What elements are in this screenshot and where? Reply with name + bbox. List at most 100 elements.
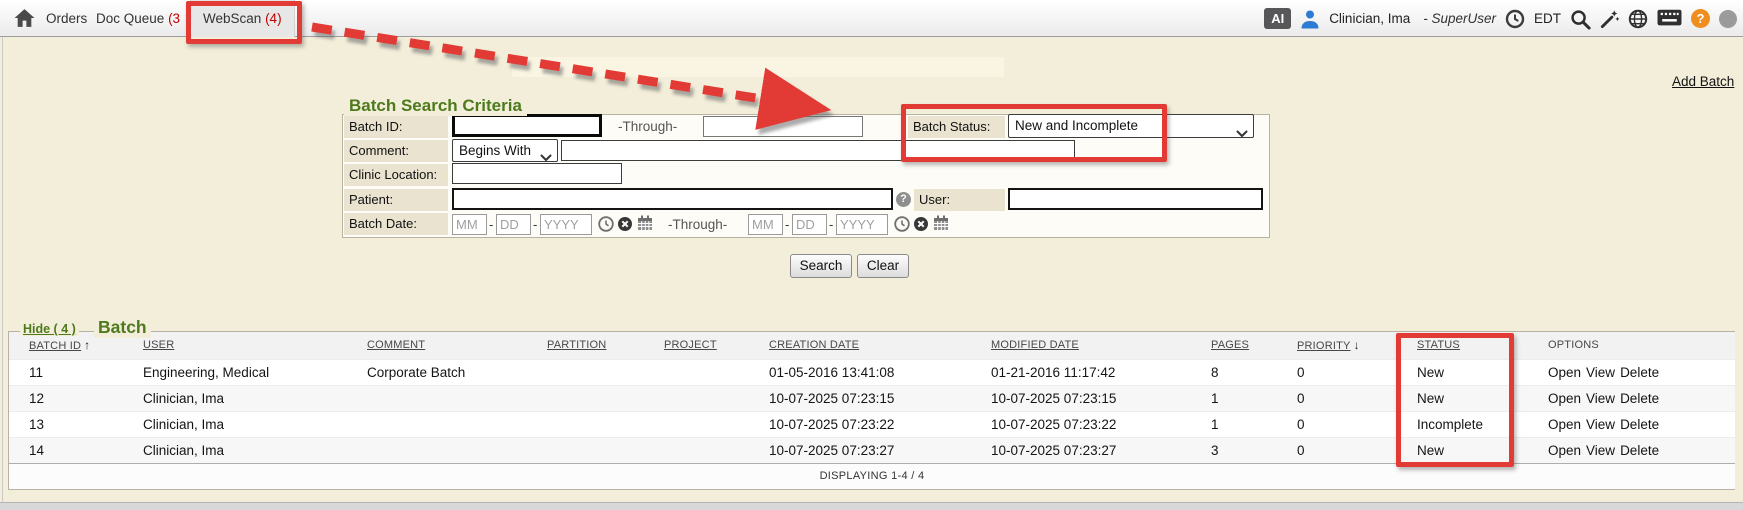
add-batch-link[interactable]: Add Batch xyxy=(1672,74,1734,89)
open-batch-link[interactable]: Open xyxy=(1548,365,1581,380)
cell-priority: 0 xyxy=(1291,385,1411,411)
nav-tab-doc-queue-label: Doc Queue xyxy=(96,11,164,26)
sort-descending-icon: ↓ xyxy=(1354,338,1360,352)
highlight-strip xyxy=(512,57,1004,77)
view-batch-link[interactable]: View xyxy=(1586,365,1615,380)
time-picker-icon[interactable] xyxy=(598,216,614,232)
sort-comment-link[interactable]: COMMENT xyxy=(367,339,425,351)
top-navbar: Orders Doc Queue (3 WebScan (4) AI Clini… xyxy=(0,0,1743,37)
cell-status: Incomplete xyxy=(1411,411,1542,437)
cell-options: Open View Delete xyxy=(1542,359,1735,385)
cell-status: New xyxy=(1411,359,1542,385)
patient-input[interactable] xyxy=(452,188,893,210)
cell-options: Open View Delete xyxy=(1542,437,1735,463)
date-separator: - xyxy=(489,214,493,235)
sort-priority-link[interactable]: PRIORITY xyxy=(1297,340,1351,352)
clear-date-icon[interactable] xyxy=(913,216,929,232)
home-icon[interactable] xyxy=(14,8,35,28)
batch-date-to-month-input[interactable] xyxy=(748,214,783,235)
open-batch-link[interactable]: Open xyxy=(1548,391,1581,406)
clear-date-icon[interactable] xyxy=(617,216,633,232)
date-separator: - xyxy=(533,214,537,235)
cell-partition xyxy=(541,385,658,411)
clinic-location-input[interactable] xyxy=(452,163,622,184)
delete-batch-link[interactable]: Delete xyxy=(1620,365,1659,380)
wand-icon[interactable] xyxy=(1599,9,1619,29)
nav-tab-doc-queue[interactable]: Doc Queue (3 xyxy=(96,0,180,37)
sort-user-link[interactable]: USER xyxy=(143,339,174,351)
chevron-down-icon xyxy=(1236,123,1248,131)
cell-batch-id: 11 xyxy=(9,359,137,385)
batch-id-label: Batch ID: xyxy=(344,116,448,138)
batch-date-from-month-input[interactable] xyxy=(452,214,487,235)
comment-match-value: Begins With xyxy=(459,143,531,158)
nav-tab-orders[interactable]: Orders xyxy=(46,0,87,37)
cell-creation-date: 10-07-2025 07:23:27 xyxy=(763,437,985,463)
view-batch-link[interactable]: View xyxy=(1586,443,1615,458)
column-header-partition: PARTITION xyxy=(541,332,658,359)
sort-creation-date-link[interactable]: CREATION DATE xyxy=(769,339,859,351)
view-batch-link[interactable]: View xyxy=(1586,391,1615,406)
cell-creation-date: 01-05-2016 13:41:08 xyxy=(763,359,985,385)
clear-button[interactable]: Clear xyxy=(857,254,909,278)
sort-project-link[interactable]: PROJECT xyxy=(664,339,717,351)
view-batch-link[interactable]: View xyxy=(1586,417,1615,432)
cell-priority: 0 xyxy=(1291,359,1411,385)
sort-partition-link[interactable]: PARTITION xyxy=(547,339,606,351)
webscan-count: (4) xyxy=(265,11,282,26)
comment-label: Comment: xyxy=(344,140,448,162)
batch-date-from-year-input[interactable] xyxy=(540,214,592,235)
globe-icon[interactable] xyxy=(1628,9,1648,29)
user-label: User: xyxy=(914,189,1005,211)
cell-comment xyxy=(361,385,541,411)
batch-id-to-input[interactable] xyxy=(703,116,863,137)
cell-comment: Corporate Batch xyxy=(361,359,541,385)
sort-pages-link[interactable]: PAGES xyxy=(1211,339,1249,351)
ai-badge[interactable]: AI xyxy=(1264,8,1291,29)
open-batch-link[interactable]: Open xyxy=(1548,443,1581,458)
column-header-comment: COMMENT xyxy=(361,332,541,359)
cell-options: Open View Delete xyxy=(1542,385,1735,411)
comment-match-select[interactable]: Begins With xyxy=(452,139,558,162)
batch-date-from-day-input[interactable] xyxy=(496,214,531,235)
clock-icon[interactable] xyxy=(1505,9,1525,29)
open-batch-link[interactable]: Open xyxy=(1548,417,1581,432)
delete-batch-link[interactable]: Delete xyxy=(1620,443,1659,458)
user-input[interactable] xyxy=(1008,188,1263,210)
comment-input[interactable] xyxy=(561,140,1075,161)
page-left-edge xyxy=(2,0,3,510)
batch-search-legend: Batch Search Criteria xyxy=(344,96,527,116)
batch-date-to-year-input[interactable] xyxy=(836,214,888,235)
patient-help-icon[interactable]: ? xyxy=(896,192,911,207)
search-button[interactable]: Search xyxy=(790,254,852,278)
delete-batch-link[interactable]: Delete xyxy=(1620,391,1659,406)
table-row: 12 Clinician, Ima 10-07-2025 07:23:15 10… xyxy=(9,385,1735,411)
batch-id-from-input[interactable] xyxy=(452,114,602,137)
sort-status-link[interactable]: STATUS xyxy=(1417,339,1460,351)
sort-ascending-icon: ↑ xyxy=(84,338,90,352)
cell-comment xyxy=(361,411,541,437)
hide-results-link[interactable]: Hide ( 4 ) xyxy=(20,322,79,336)
batch-date-to-day-input[interactable] xyxy=(792,214,827,235)
sort-batch-id-link[interactable]: BATCH ID xyxy=(29,340,81,352)
cell-project xyxy=(658,385,763,411)
nav-tab-webscan[interactable]: WebScan (4) xyxy=(190,0,295,37)
cell-comment xyxy=(361,437,541,463)
delete-batch-link[interactable]: Delete xyxy=(1620,417,1659,432)
presence-status-icon xyxy=(1719,10,1737,28)
calendar-icon[interactable] xyxy=(933,215,949,231)
column-header-creation-date: CREATION DATE xyxy=(763,332,985,359)
keyboard-icon[interactable] xyxy=(1657,9,1682,29)
batch-status-label: Batch Status: xyxy=(908,116,1005,138)
nav-tab-orders-label: Orders xyxy=(46,11,87,26)
cell-project xyxy=(658,359,763,385)
sort-modified-date-link[interactable]: MODIFIED DATE xyxy=(991,339,1079,351)
table-header-row: BATCH ID↑ USER COMMENT PARTITION PROJECT… xyxy=(9,332,1735,359)
batch-status-select[interactable]: New and Incomplete xyxy=(1008,114,1254,138)
time-picker-icon[interactable] xyxy=(894,216,910,232)
cell-pages: 8 xyxy=(1205,359,1291,385)
help-icon[interactable]: ? xyxy=(1691,9,1710,28)
calendar-icon[interactable] xyxy=(637,215,653,231)
search-icon[interactable] xyxy=(1570,9,1590,29)
cell-pages: 1 xyxy=(1205,411,1291,437)
